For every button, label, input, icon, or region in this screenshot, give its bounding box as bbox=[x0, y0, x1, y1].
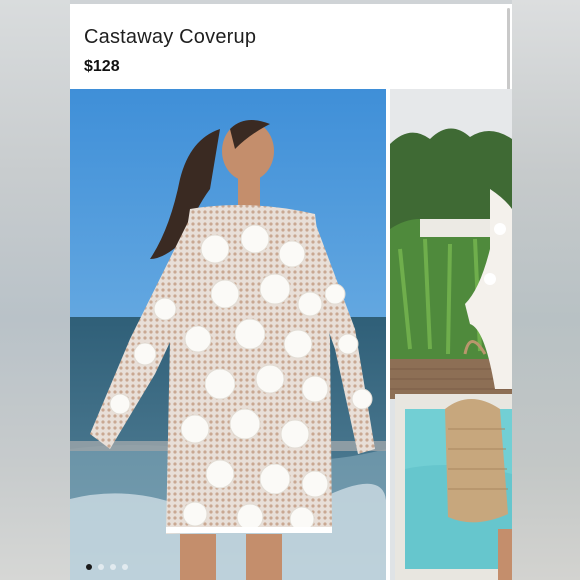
product-card: Castaway Coverup $128 bbox=[70, 4, 512, 580]
image-carousel[interactable] bbox=[70, 89, 512, 580]
backdrop-left bbox=[0, 0, 70, 580]
carousel-dot[interactable] bbox=[110, 564, 116, 570]
backdrop-right bbox=[512, 0, 580, 580]
secondary-product-photo[interactable] bbox=[390, 89, 512, 580]
product-price: $128 bbox=[84, 58, 120, 75]
carousel-dot[interactable] bbox=[98, 564, 104, 570]
product-title: Castaway Coverup bbox=[84, 26, 257, 48]
carousel-dots bbox=[86, 564, 128, 570]
main-product-photo[interactable] bbox=[70, 89, 386, 580]
carousel-dot-active[interactable] bbox=[86, 564, 92, 570]
carousel-dot[interactable] bbox=[122, 564, 128, 570]
